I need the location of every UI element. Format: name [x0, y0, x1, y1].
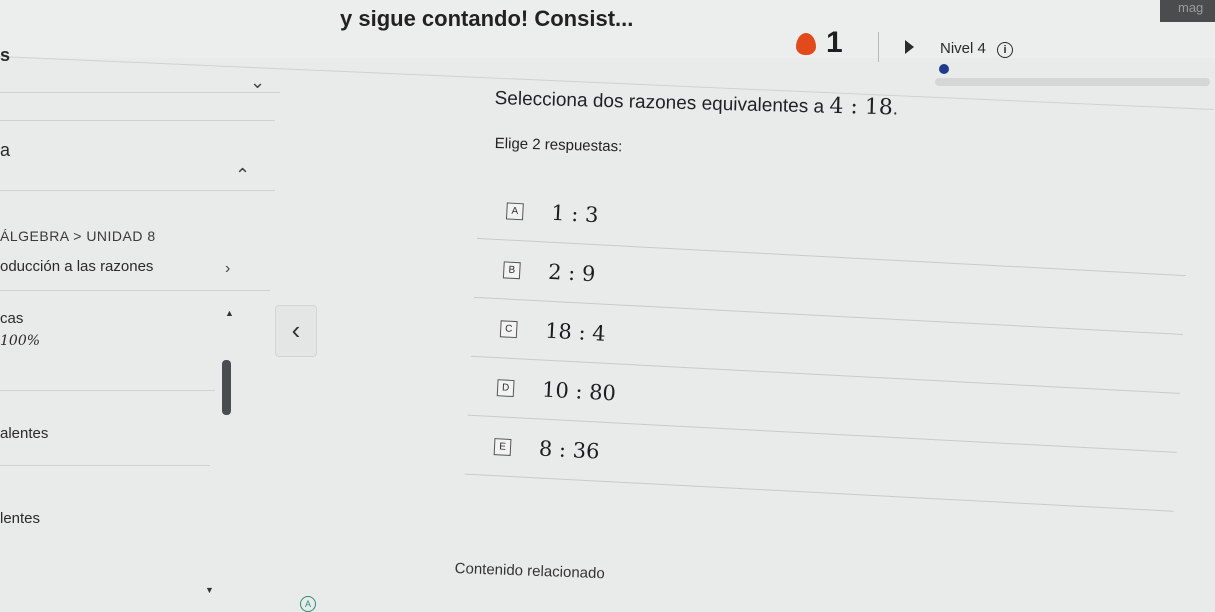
divider	[0, 290, 270, 291]
play-icon[interactable]	[905, 40, 914, 54]
choice-value: 2 : 9	[547, 259, 597, 287]
question-ratio: 4 : 18	[829, 93, 894, 121]
sidebar-item-1[interactable]: alentes	[0, 425, 48, 442]
sidebar-item-unit[interactable]: oducción a las razones	[0, 258, 153, 275]
sidebar-section-letter: a	[0, 140, 11, 160]
triangle-up-icon[interactable]: ▲	[225, 308, 234, 318]
divider	[878, 32, 879, 62]
lesson-title: y sigue contando! Consist...	[340, 6, 634, 31]
sidebar-item-2[interactable]: lentes	[0, 510, 40, 527]
streak-flame-icon	[796, 33, 816, 55]
level-progress-fill	[938, 64, 949, 74]
sidebar-percent: 100%	[0, 333, 41, 349]
divider	[0, 92, 280, 93]
divider	[0, 120, 275, 121]
divider	[0, 465, 210, 466]
choice-value: 1 : 3	[550, 200, 600, 228]
related-content-icon: A	[300, 596, 316, 612]
chevron-down-icon[interactable]: ⌄	[250, 72, 265, 93]
breadcrumb[interactable]: ÁLGEBRA > UNIDAD 8	[0, 228, 156, 244]
question-period: .	[892, 98, 899, 120]
divider	[0, 390, 215, 391]
level-progress-bar	[935, 78, 1210, 86]
corner-text: mag	[1160, 0, 1215, 22]
back-button[interactable]: ‹	[275, 305, 317, 357]
divider	[0, 190, 275, 191]
answer-choices: A 1 : 3 B 2 : 9 C 18 : 4 D 10 : 80 E 8 :…	[464, 180, 1190, 512]
choice-value: 8 : 36	[538, 436, 601, 464]
triangle-down-icon[interactable]: ▼	[205, 585, 214, 595]
question-instruction: Elige 2 respuestas:	[494, 135, 623, 156]
info-icon[interactable]: i	[997, 42, 1013, 58]
choice-letter: D	[496, 378, 515, 397]
sidebar-top-letter: s	[0, 45, 11, 65]
question-text: Selecciona dos razones equivalentes a	[494, 87, 825, 118]
level-label: Nivel 4	[940, 40, 986, 57]
related-content-link[interactable]: Contenido relacionado	[454, 560, 605, 582]
choice-letter: B	[502, 260, 521, 279]
sidebar-item-label: cas	[0, 310, 24, 327]
streak-count: 1	[826, 26, 843, 59]
scrollbar-thumb[interactable]	[222, 360, 231, 415]
choice-letter: E	[493, 437, 512, 456]
chevron-up-icon[interactable]: ⌃	[235, 165, 250, 186]
choice-value: 18 : 4	[544, 318, 607, 346]
choice-letter: C	[499, 319, 518, 338]
choice-value: 10 : 80	[541, 377, 617, 406]
question-prompt: Selecciona dos razones equivalentes a 4 …	[494, 85, 898, 121]
chevron-right-icon[interactable]: ›	[225, 260, 230, 278]
choice-letter: A	[505, 201, 524, 220]
